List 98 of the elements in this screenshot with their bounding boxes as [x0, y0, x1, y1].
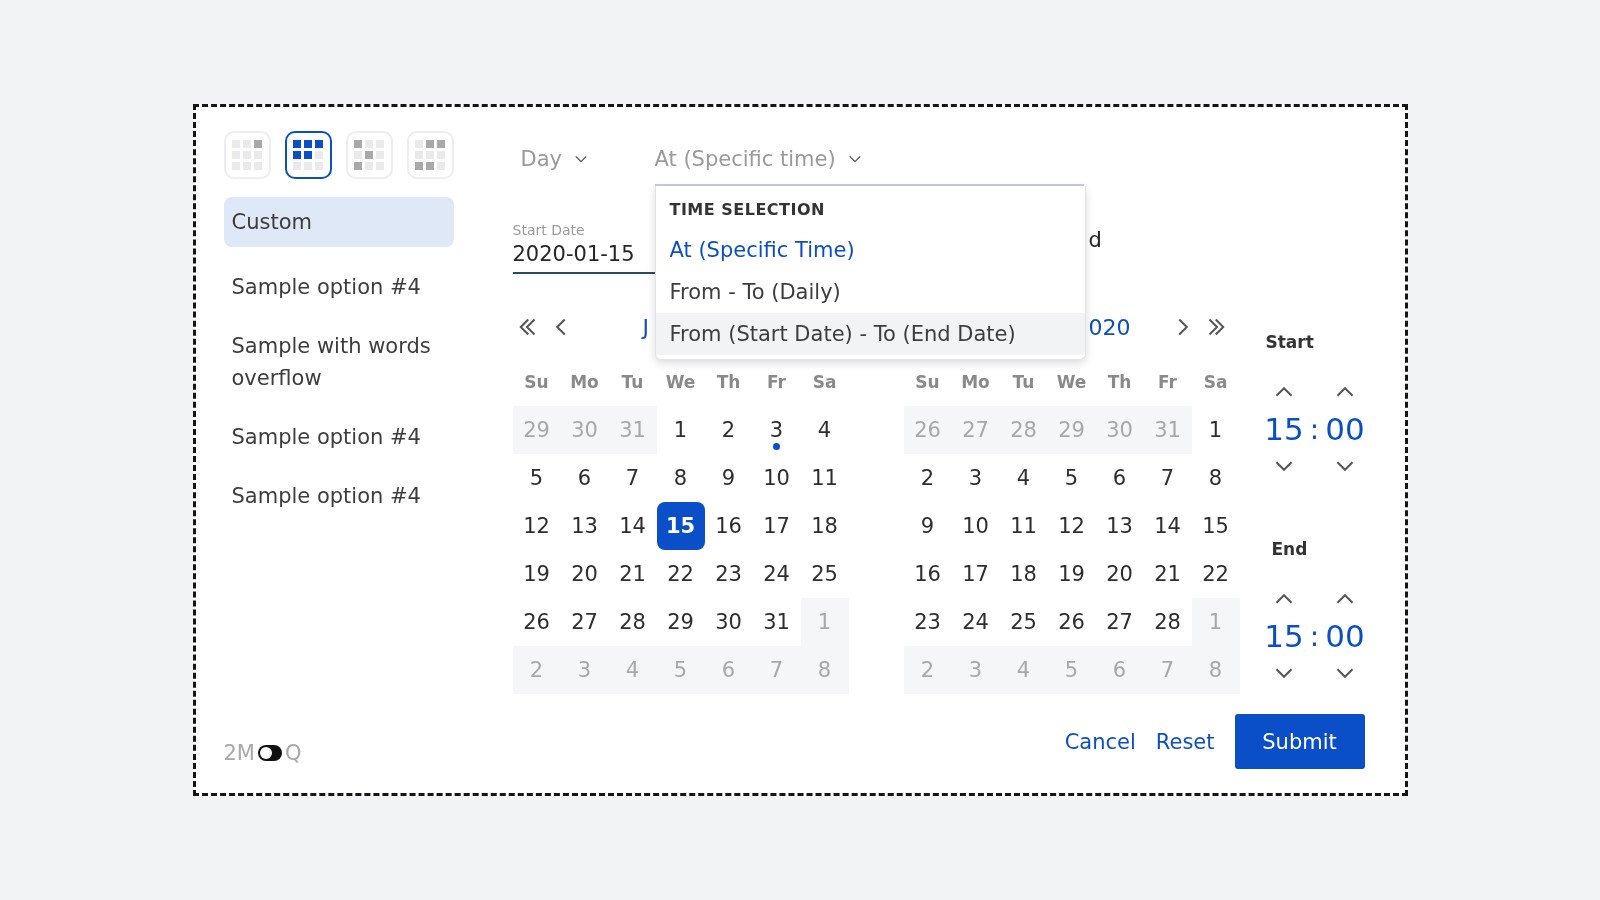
weekday-label: Th	[1106, 371, 1133, 394]
calendar-day[interactable]: 1	[1191, 406, 1240, 454]
weekday-label: We	[1055, 371, 1088, 394]
calendar-day[interactable]: 27	[1095, 598, 1144, 646]
calendar-day[interactable]: 23	[704, 550, 753, 598]
calendar-day[interactable]: 5	[512, 454, 561, 502]
calendar-day[interactable]: 6	[1095, 454, 1144, 502]
calendar-day[interactable]: 21	[1143, 550, 1192, 598]
calendar-day[interactable]: 12	[512, 502, 561, 550]
calendar-day[interactable]: 3	[752, 406, 801, 454]
minutes-value: 00	[1325, 410, 1365, 449]
calendar-day[interactable]: 17	[951, 550, 1000, 598]
calendar-day[interactable]: 31	[752, 598, 801, 646]
calendar-day[interactable]: 16	[704, 502, 753, 550]
calendar-day[interactable]: 19	[512, 550, 561, 598]
hours-value: 15	[1264, 410, 1304, 449]
field-text: d	[1088, 228, 1102, 252]
calendar-day[interactable]: 19	[1047, 550, 1096, 598]
weekday-label: Fr	[1157, 371, 1178, 394]
calendar-day[interactable]: 5	[1047, 454, 1096, 502]
weekday-label: Fr	[766, 371, 787, 394]
calendar-day[interactable]: 27	[560, 598, 609, 646]
month-title: 020	[1088, 314, 1131, 340]
calendar-day[interactable]: 21	[608, 550, 657, 598]
toggle-label: 2M	[223, 740, 255, 765]
weekday-label: Mo	[960, 371, 991, 394]
time-separator: :	[1309, 619, 1320, 653]
calendar-day[interactable]: 14	[608, 502, 657, 550]
weekday-label: Su	[523, 371, 550, 394]
calendar-day[interactable]: 22	[656, 550, 705, 598]
preset-item[interactable]: Sample option #4	[223, 262, 454, 312]
calendar-day[interactable]: 4	[999, 454, 1048, 502]
calendar-day[interactable]: 7	[608, 454, 657, 502]
calendar-day[interactable]: 7	[1143, 454, 1192, 502]
calendar-day[interactable]: 9	[903, 502, 952, 550]
calendar-day[interactable]: 25	[800, 550, 849, 598]
calendar-day[interactable]: 15	[1191, 502, 1240, 550]
weekday-label: We	[664, 371, 697, 394]
minutes-value: 00	[1325, 617, 1365, 656]
month-title: J	[642, 314, 649, 340]
weekday-label: Tu	[1011, 371, 1036, 394]
calendar-day[interactable]: 11	[999, 502, 1048, 550]
preset-item[interactable]: Custom	[223, 197, 454, 247]
calendar-day[interactable]: 16	[903, 550, 952, 598]
calendar-day[interactable]: 23	[903, 598, 952, 646]
calendar-day[interactable]: 13	[560, 502, 609, 550]
preset-item[interactable]: Sample option #4	[223, 412, 454, 462]
calendar-day[interactable]: 15	[656, 502, 705, 550]
preset-item[interactable]: Sample option #4	[223, 471, 454, 521]
calendar-day[interactable]: 26	[512, 598, 561, 646]
calendar-day[interactable]: 17	[752, 502, 801, 550]
calendar-day[interactable]: 8	[656, 454, 705, 502]
calendar-day[interactable]: 24	[752, 550, 801, 598]
calendar-day[interactable]: 26	[1047, 598, 1096, 646]
calendar-day[interactable]: 22	[1191, 550, 1240, 598]
weekday-label: Sa	[811, 371, 838, 394]
calendar-day[interactable]: 3	[951, 454, 1000, 502]
calendar-day[interactable]: 30	[704, 598, 753, 646]
calendar-day[interactable]: 2	[903, 454, 952, 502]
weekday-label: Th	[715, 371, 742, 394]
menu-heading: TIME SELECTION	[668, 199, 826, 221]
calendar-day[interactable]: 2	[704, 406, 753, 454]
calendar-day[interactable]: 20	[1095, 550, 1144, 598]
weekday-label: Su	[914, 371, 941, 394]
calendar-day[interactable]: 29	[656, 598, 705, 646]
calendar-day[interactable]: 1	[656, 406, 705, 454]
calendar-day[interactable]: 13	[1095, 502, 1144, 550]
weekday-label: Mo	[569, 371, 600, 394]
calendar-day[interactable]: 8	[1191, 454, 1240, 502]
weekday-label: Tu	[620, 371, 645, 394]
calendar-day[interactable]: 9	[704, 454, 753, 502]
calendar-day[interactable]: 10	[951, 502, 1000, 550]
calendar-day[interactable]: 10	[752, 454, 801, 502]
calendar-day[interactable]: 12	[1047, 502, 1096, 550]
time-label: Start	[1265, 332, 1314, 352]
calendar-day[interactable]: 18	[800, 502, 849, 550]
calendar-day[interactable]: 28	[608, 598, 657, 646]
time-label: End	[1271, 539, 1308, 559]
calendar-day[interactable]: 24	[951, 598, 1000, 646]
calendar-day[interactable]: 6	[560, 454, 609, 502]
toggle-label: Q	[285, 740, 302, 765]
submit-button[interactable]: Submit	[1234, 714, 1365, 769]
time-separator: :	[1309, 412, 1320, 446]
text-button[interactable]: Reset	[1155, 729, 1215, 754]
calendar-day[interactable]: 28	[1143, 598, 1192, 646]
text-button[interactable]: Cancel	[1064, 729, 1136, 754]
preset-item[interactable]: Sample with words overflow	[223, 321, 454, 403]
hours-value: 15	[1264, 617, 1304, 656]
start-date-field[interactable]: Start Date 2020-01-15	[512, 222, 659, 274]
menu-item[interactable]: From - To (Daily)	[655, 271, 1085, 313]
menu-item[interactable]: From (Start Date) - To (End Date)	[655, 313, 1085, 355]
calendar-day[interactable]: 11	[800, 454, 849, 502]
calendar-day[interactable]: 25	[999, 598, 1048, 646]
weekday-label: Sa	[1202, 371, 1229, 394]
calendar-day[interactable]: 14	[1143, 502, 1192, 550]
calendar-day[interactable]: 18	[999, 550, 1048, 598]
calendar-day[interactable]: 20	[560, 550, 609, 598]
calendar-day[interactable]: 4	[800, 406, 849, 454]
